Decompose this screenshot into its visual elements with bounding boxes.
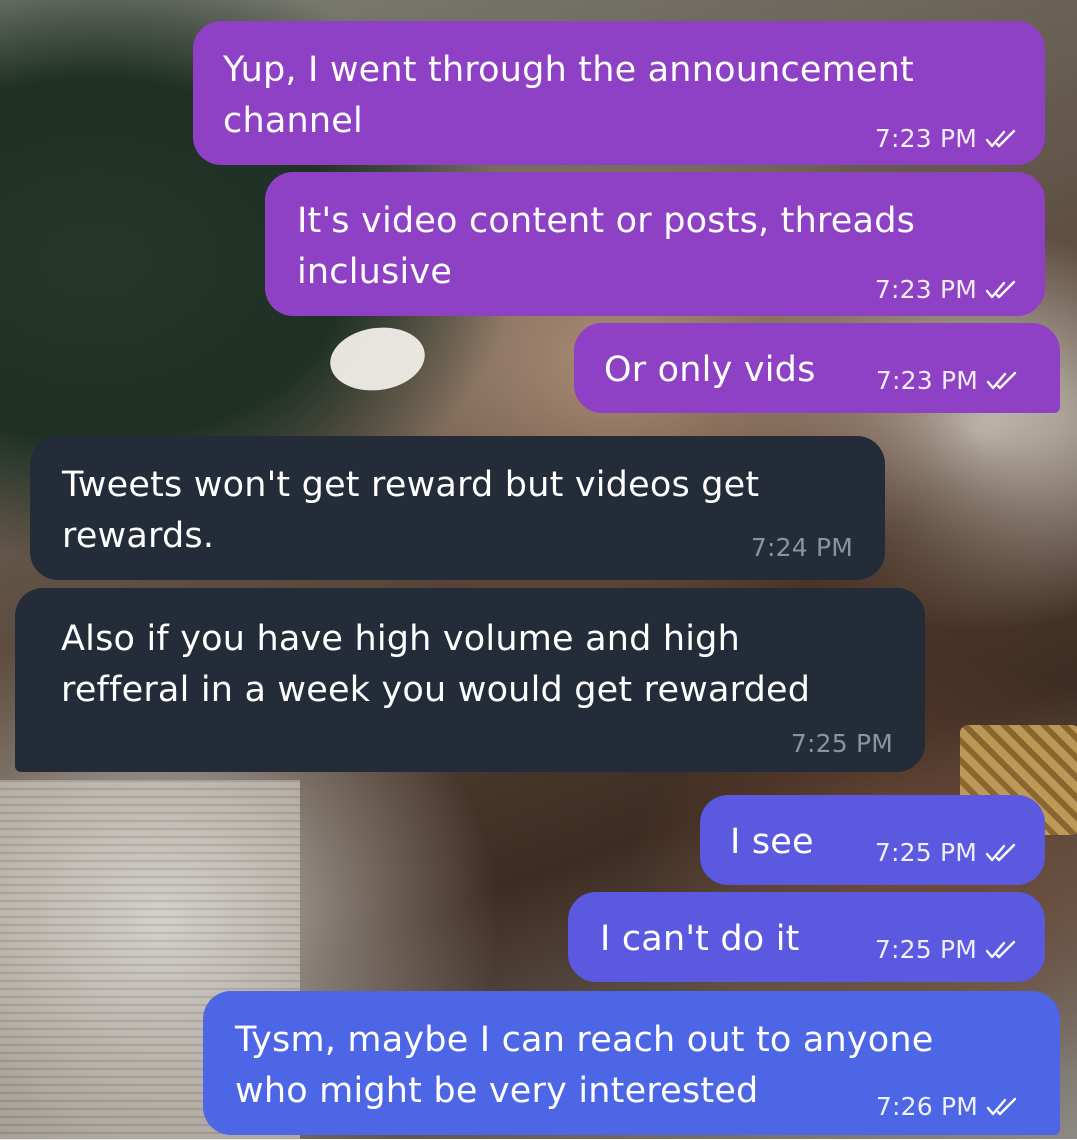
- message-meta: 7:26 PM: [876, 1092, 1020, 1121]
- message-bubble-incoming[interactable]: Tweets won't get reward but videos get r…: [30, 436, 885, 580]
- message-meta: 7:25 PM: [875, 935, 1019, 964]
- message-text: Also if you have high volume and high re…: [61, 619, 811, 710]
- message-meta: 7:23 PM: [875, 275, 1019, 304]
- double-check-icon: [985, 843, 1016, 861]
- message-time: 7:24 PM: [750, 533, 853, 562]
- message-time: 7:23 PM: [874, 275, 977, 304]
- double-check-icon: [985, 280, 1016, 298]
- message-bubble-outgoing[interactable]: It's video content or posts, threads inc…: [265, 172, 1045, 316]
- message-time: 7:25 PM: [790, 729, 893, 758]
- message-time: 7:26 PM: [875, 1092, 978, 1121]
- message-meta: 7:25 PM: [791, 729, 893, 758]
- wallpaper-nail: [326, 321, 429, 397]
- double-check-icon: [985, 129, 1016, 147]
- message-bubble-outgoing[interactable]: Tysm, maybe I can reach out to anyone wh…: [203, 991, 1060, 1135]
- message-bubble-outgoing[interactable]: Or only vids 7:23 PM: [574, 323, 1060, 413]
- message-time: 7:25 PM: [874, 935, 977, 964]
- message-time: 7:23 PM: [874, 124, 977, 153]
- message-bubble-outgoing[interactable]: I see 7:25 PM: [700, 795, 1045, 885]
- double-check-icon: [986, 1097, 1017, 1115]
- message-meta: 7:25 PM: [875, 838, 1019, 867]
- message-time: 7:25 PM: [874, 838, 977, 867]
- message-time: 7:23 PM: [875, 366, 978, 395]
- message-meta: 7:23 PM: [875, 124, 1019, 153]
- double-check-icon: [986, 371, 1017, 389]
- message-bubble-outgoing[interactable]: Yup, I went through the announcement cha…: [193, 21, 1045, 165]
- double-check-icon: [985, 940, 1016, 958]
- message-bubble-outgoing[interactable]: I can't do it 7:25 PM: [568, 892, 1045, 982]
- message-meta: 7:23 PM: [876, 366, 1020, 395]
- message-text: Tweets won't get reward but videos get r…: [62, 465, 760, 556]
- message-bubble-incoming[interactable]: Also if you have high volume and high re…: [15, 588, 925, 772]
- message-meta: 7:24 PM: [751, 533, 853, 562]
